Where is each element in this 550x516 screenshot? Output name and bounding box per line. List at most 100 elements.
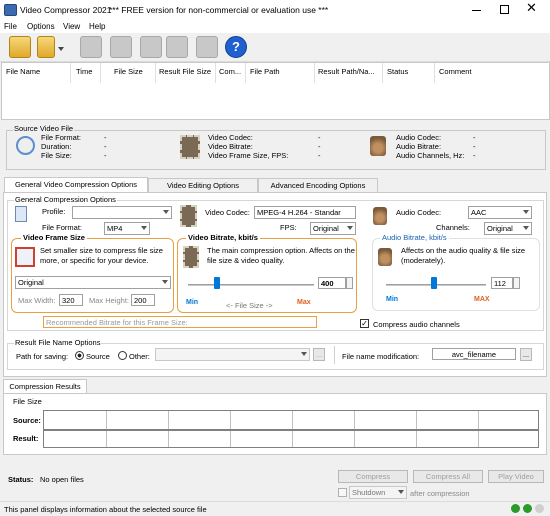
source-vbitrate-label: Video Bitrate: [208, 142, 253, 151]
tab-label: General Video Compression Options [14, 180, 137, 189]
source-size-bar [43, 410, 539, 430]
shutdown-select[interactable]: Shutdown [349, 486, 407, 499]
video-codec-select[interactable]: MPEG-4 H.264 - Standar [254, 206, 356, 219]
add-file-icon[interactable] [80, 36, 102, 58]
frame-size-preset-value: Original [18, 278, 44, 287]
file-list[interactable]: File Name Time File Size Result File Siz… [1, 62, 550, 120]
tab-advanced-encoding[interactable]: Advanced Encoding Options [258, 178, 378, 192]
result-size-bar [43, 430, 539, 448]
column-result-file-size[interactable]: Result File Size [159, 67, 211, 76]
menu-view[interactable]: View [63, 22, 80, 31]
menu-options[interactable]: Options [27, 22, 55, 31]
spin-button[interactable] [346, 277, 353, 289]
toolbar: ? [0, 33, 550, 62]
maximize-icon[interactable] [500, 5, 509, 14]
minimize-icon[interactable] [472, 10, 481, 11]
video-codec-label: Video Codec: [205, 208, 250, 217]
tab-general-video[interactable]: General Video Compression Options [4, 177, 148, 193]
name-mod-button[interactable]: ... [520, 348, 532, 361]
status-value: No open files [40, 475, 84, 484]
column-status[interactable]: Status [387, 67, 408, 76]
audio-bitrate-input[interactable]: 112 [491, 277, 513, 289]
tab-label: Video Editing Options [167, 181, 239, 190]
source-format-value: - [104, 133, 107, 142]
video-bitrate-min: Min [186, 299, 199, 306]
status-light-icon [535, 504, 544, 513]
column-com[interactable]: Com... [219, 67, 241, 76]
channels-label: Channels: [436, 223, 470, 232]
frame-size-preset[interactable]: Original [15, 276, 171, 289]
compress-audio-checkbox[interactable]: ✓ [360, 319, 369, 328]
app-subtitle: *** FREE version for non-commercial or e… [109, 5, 329, 15]
close-icon[interactable]: ✕ [526, 1, 537, 16]
chevron-down-icon[interactable] [58, 47, 64, 51]
column-result-path[interactable]: Result Path/Na... [318, 67, 375, 76]
channels-value: Original [487, 224, 513, 233]
column-comment[interactable]: Comment [439, 67, 472, 76]
browse-path-button[interactable]: ... [313, 348, 325, 361]
profile-icon [15, 206, 27, 222]
stop-icon[interactable] [166, 36, 188, 58]
footer-text: This panel displays information about th… [4, 505, 207, 514]
speaker-icon [370, 136, 386, 156]
browse-label: ... [315, 350, 323, 359]
play-queue-icon[interactable] [196, 36, 218, 58]
column-file-path[interactable]: File Path [250, 67, 280, 76]
name-mod-input[interactable]: avc_filename [432, 348, 516, 360]
profile-select[interactable] [72, 206, 172, 219]
menu-help[interactable]: Help [89, 22, 105, 31]
video-bitrate-slider-track[interactable] [188, 284, 314, 286]
max-height-input[interactable]: 200 [131, 294, 155, 306]
source-acodec-label: Audio Codec: [396, 133, 442, 142]
source-duration-label: Duration: [41, 142, 72, 151]
audio-codec-label: Audio Codec: [396, 208, 442, 217]
film-strip-icon [180, 135, 200, 159]
spin-button[interactable] [513, 277, 520, 289]
status-label: Status: [8, 475, 34, 484]
max-height-label: Max Height: [89, 296, 130, 305]
recommended-bitrate-text: Recommended Bitrate for this Frame Size: [46, 318, 188, 327]
column-time[interactable]: Time [76, 67, 92, 76]
channels-select[interactable]: Original [484, 222, 532, 235]
compress-all-button[interactable]: Compress All [413, 470, 483, 483]
audio-bitrate-title: Audio Bitrate, kbit/s [380, 233, 449, 242]
file-format-select[interactable]: MP4 [104, 222, 150, 235]
recommended-bitrate-field: Recommended Bitrate for this Frame Size: [43, 316, 317, 328]
open-folder-icon[interactable] [9, 36, 31, 58]
file-size-label: File Size [13, 397, 42, 406]
source-format-label: File Format: [41, 133, 82, 142]
source-radio[interactable] [75, 351, 84, 360]
shutdown-value: Shutdown [352, 488, 386, 497]
app-title: Video Compressor 2021 [20, 5, 112, 15]
menu-file[interactable]: File [4, 22, 17, 31]
column-file-size[interactable]: File Size [114, 67, 143, 76]
source-duration-value: - [104, 142, 107, 151]
audio-codec-select[interactable]: AAC [468, 206, 532, 219]
video-bitrate-slider-thumb[interactable] [213, 277, 220, 289]
resize-icon [15, 247, 35, 267]
open-folder-dropdown-icon[interactable] [37, 36, 55, 58]
compress-button[interactable]: Compress [338, 470, 408, 483]
compress-label: Compress [355, 472, 391, 481]
add-batch-icon[interactable] [110, 36, 132, 58]
status-light-icon [523, 504, 532, 513]
menu-bar: File Options View Help [0, 21, 550, 33]
shutdown-checkbox[interactable] [338, 488, 347, 497]
tab-video-editing[interactable]: Video Editing Options [148, 178, 258, 192]
source-achannels-label: Audio Channels, Hz: [396, 151, 465, 160]
column-file-name[interactable]: File Name [6, 67, 40, 76]
audio-bitrate-slider-thumb[interactable] [431, 277, 437, 289]
source-size-value: - [104, 151, 107, 160]
app-window: Video Compressor 2021 *** FREE version f… [0, 0, 550, 516]
pause-icon[interactable] [140, 36, 162, 58]
fps-select[interactable]: Original [310, 222, 356, 235]
video-bitrate-title: Video Bitrate, kbit/s [186, 233, 260, 242]
source-radio-label: Source [86, 352, 110, 361]
other-radio[interactable] [118, 351, 127, 360]
other-path-select[interactable] [155, 348, 310, 361]
frame-size-desc: Set smaller size to compress file size m… [40, 246, 163, 265]
max-width-input[interactable]: 320 [59, 294, 83, 306]
help-icon[interactable]: ? [225, 36, 247, 58]
play-video-button[interactable]: Play Video [488, 470, 544, 483]
video-bitrate-input[interactable]: 400 [318, 277, 346, 289]
